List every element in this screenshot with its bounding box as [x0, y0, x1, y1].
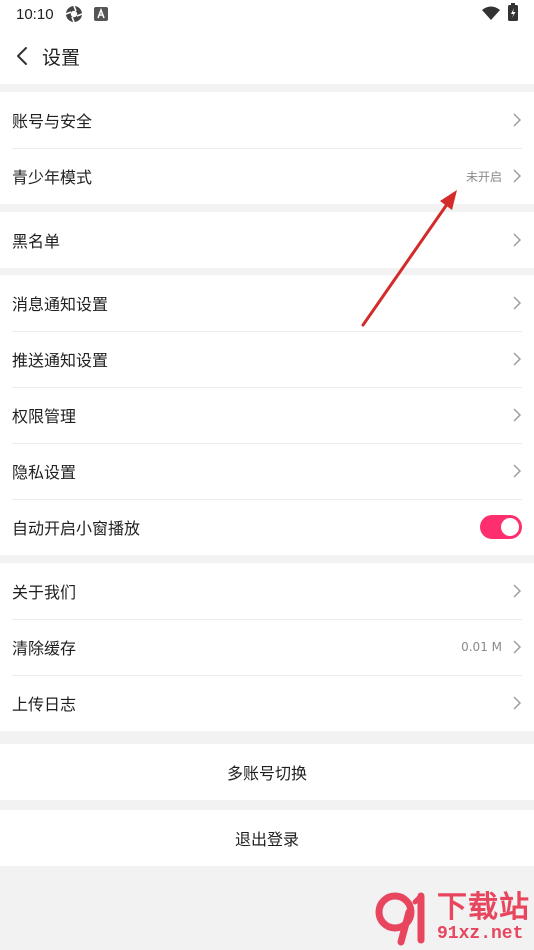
- auto-pip-toggle[interactable]: [480, 515, 522, 539]
- auto-pip-label: 自动开启小窗播放: [12, 519, 141, 538]
- blacklist-label: 黑名单: [12, 232, 61, 251]
- settings-group-notifications: 消息通知设置 推送通知设置 权限管理 隐私设置 自动开启小窗播放: [0, 275, 534, 555]
- youth-mode-status: 未开启: [465, 169, 502, 184]
- status-time: 10:10: [16, 5, 54, 23]
- settings-group-about: 关于我们 清除缓存 0.01 M 上传日志: [0, 563, 534, 731]
- switch-account-button[interactable]: 多账号切换: [0, 744, 534, 800]
- cache-size-value: 0.01 M: [461, 640, 502, 654]
- blacklist-row[interactable]: 黑名单: [0, 212, 534, 268]
- aperture-icon: [64, 4, 84, 24]
- permission-row[interactable]: 权限管理: [0, 387, 534, 443]
- clear-cache-label: 清除缓存: [12, 639, 77, 658]
- chevron-left-icon: [17, 47, 27, 65]
- about-us-label: 关于我们: [12, 583, 77, 602]
- app-header: 设置: [0, 28, 534, 84]
- about-us-row[interactable]: 关于我们: [0, 563, 534, 619]
- push-notify-label: 推送通知设置: [12, 351, 109, 370]
- page-title: 设置: [42, 46, 81, 69]
- settings-group-blacklist: 黑名单: [0, 212, 534, 268]
- battery-icon: [508, 3, 518, 25]
- watermark-logo-icon: [373, 890, 433, 946]
- push-notify-row[interactable]: 推送通知设置: [0, 331, 534, 387]
- watermark-main-text: 下载站: [437, 890, 530, 925]
- chevron-right-icon: [513, 296, 521, 310]
- account-security-label: 账号与安全: [12, 112, 93, 131]
- youth-mode-label: 青少年模式: [12, 168, 93, 187]
- message-notify-label: 消息通知设置: [12, 295, 109, 314]
- a-letter-icon: [93, 7, 108, 21]
- status-bar: 10:10: [0, 0, 534, 28]
- chevron-right-icon: [513, 352, 521, 366]
- youth-mode-row[interactable]: 青少年模式 未开启: [0, 148, 534, 204]
- chevron-right-icon: [513, 408, 521, 422]
- chevron-right-icon: [513, 169, 521, 183]
- privacy-label: 隐私设置: [12, 463, 77, 482]
- watermark: 下载站 91xz.net: [373, 890, 530, 946]
- permission-label: 权限管理: [12, 407, 77, 426]
- chevron-right-icon: [513, 584, 521, 598]
- chevron-right-icon: [513, 464, 521, 478]
- switch-account-group: 多账号切换: [0, 744, 534, 800]
- toggle-knob: [501, 518, 519, 536]
- back-button[interactable]: [2, 28, 42, 84]
- chevron-right-icon: [513, 113, 521, 127]
- upload-log-label: 上传日志: [12, 695, 77, 714]
- account-security-row[interactable]: 账号与安全: [0, 92, 534, 148]
- watermark-sub-text: 91xz.net: [437, 924, 524, 944]
- wifi-icon: [482, 5, 500, 24]
- privacy-row[interactable]: 隐私设置: [0, 443, 534, 499]
- clear-cache-row[interactable]: 清除缓存 0.01 M: [0, 619, 534, 675]
- chevron-right-icon: [513, 233, 521, 247]
- chevron-right-icon: [513, 696, 521, 710]
- message-notify-row[interactable]: 消息通知设置: [0, 275, 534, 331]
- logout-group: 退出登录: [0, 810, 534, 866]
- chevron-right-icon: [513, 640, 521, 654]
- logout-button[interactable]: 退出登录: [0, 810, 534, 866]
- auto-pip-row: 自动开启小窗播放: [0, 499, 534, 555]
- settings-group-account: 账号与安全 青少年模式 未开启: [0, 92, 534, 204]
- upload-log-row[interactable]: 上传日志: [0, 675, 534, 731]
